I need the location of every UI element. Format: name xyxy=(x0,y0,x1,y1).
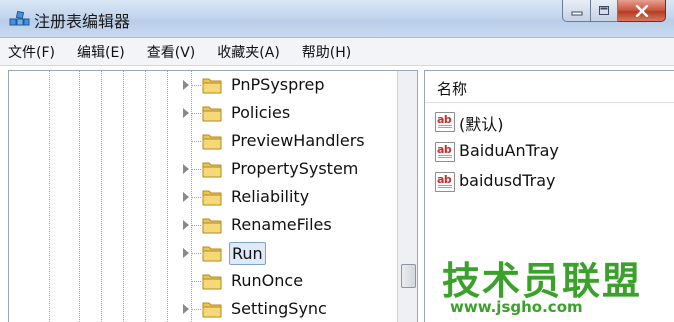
value-name: BaiduAnTray xyxy=(459,141,559,160)
registry-key-tree[interactable]: PnPSysprep Policies PreviewHandlers Prop… xyxy=(8,70,418,322)
close-button[interactable] xyxy=(618,0,666,22)
folder-icon xyxy=(202,162,222,178)
tree-node-label: RunOnce xyxy=(231,271,304,290)
tree-node-label: PnPSysprep xyxy=(231,75,325,94)
maximize-button[interactable] xyxy=(591,0,618,22)
regedit-app-icon xyxy=(9,10,30,26)
window-title: 注册表编辑器 xyxy=(34,12,131,31)
watermark-url: www.jsgho.com xyxy=(450,298,583,316)
scrollbar-thumb[interactable] xyxy=(401,264,416,288)
folder-icon xyxy=(202,106,222,122)
value-entry[interactable]: ab baidusdTray xyxy=(435,169,674,197)
menu-favorites[interactable]: 收藏夹(A) xyxy=(217,42,280,62)
folder-icon xyxy=(202,78,222,94)
value-name: (默认) xyxy=(459,115,504,134)
folder-icon xyxy=(202,134,222,150)
tree-node[interactable]: PropertySystem xyxy=(9,155,397,183)
tree-node[interactable]: Reliability xyxy=(9,183,397,211)
expand-arrow-icon[interactable] xyxy=(183,220,189,230)
menu-file[interactable]: 文件(F) xyxy=(8,42,55,62)
name-column-header[interactable]: 名称 xyxy=(425,71,674,103)
folder-icon xyxy=(202,274,222,290)
maximize-icon xyxy=(599,6,609,15)
tree-node-label: Run xyxy=(229,242,266,265)
watermark-title: 技术员联盟 xyxy=(442,259,643,303)
minimize-icon xyxy=(571,11,582,15)
tree-node[interactable]: PnPSysprep xyxy=(9,71,397,99)
expand-arrow-icon[interactable] xyxy=(183,304,189,314)
tree-vertical-scrollbar[interactable] xyxy=(397,71,417,322)
folder-icon xyxy=(202,302,222,318)
tree-node[interactable]: RenameFiles xyxy=(9,211,397,239)
tree-node-selected[interactable]: Run xyxy=(9,239,397,267)
name-column-label: 名称 xyxy=(437,80,468,98)
tree-node-label: SettingSync xyxy=(231,299,327,318)
folder-icon xyxy=(202,218,222,234)
tree-node-label: PreviewHandlers xyxy=(231,131,365,150)
expand-arrow-icon[interactable] xyxy=(183,108,189,118)
value-entry[interactable]: ab BaiduAnTray xyxy=(435,139,674,167)
ab-string-icon: ab xyxy=(435,112,455,132)
tree-node[interactable]: Policies xyxy=(9,99,397,127)
menu-view[interactable]: 查看(V) xyxy=(147,42,196,62)
site-watermark: 技术员联盟 www.jsgho.com xyxy=(438,250,668,320)
expand-arrow-icon[interactable] xyxy=(183,164,189,174)
folder-icon xyxy=(202,190,222,206)
tree-node[interactable]: SettingSync xyxy=(9,295,397,322)
minimize-button[interactable] xyxy=(562,0,591,22)
tree-node[interactable]: RunOnce xyxy=(9,267,397,295)
tree-node-label: Reliability xyxy=(231,187,310,206)
tree-node-label: Policies xyxy=(231,103,291,122)
value-name: baidusdTray xyxy=(459,171,556,190)
expand-arrow-icon[interactable] xyxy=(183,248,189,258)
ab-string-icon: ab xyxy=(435,172,455,192)
window-controls xyxy=(562,0,666,24)
ab-string-icon: ab xyxy=(435,142,455,162)
tree-node[interactable]: PreviewHandlers xyxy=(9,127,397,155)
title-bar[interactable]: 注册表编辑器 xyxy=(0,0,674,38)
tree-node-label: PropertySystem xyxy=(231,159,359,178)
expand-arrow-icon[interactable] xyxy=(183,80,189,90)
folder-icon xyxy=(202,246,222,262)
menu-bar: 文件(F) 编辑(E) 查看(V) 收藏夹(A) 帮助(H) xyxy=(0,38,674,66)
menu-help[interactable]: 帮助(H) xyxy=(302,42,351,62)
value-entry[interactable]: ab (默认) xyxy=(435,109,674,137)
expand-arrow-icon[interactable] xyxy=(183,192,189,202)
tree-node-label: RenameFiles xyxy=(231,215,332,234)
menu-edit[interactable]: 编辑(E) xyxy=(77,42,125,62)
close-icon xyxy=(635,4,648,17)
